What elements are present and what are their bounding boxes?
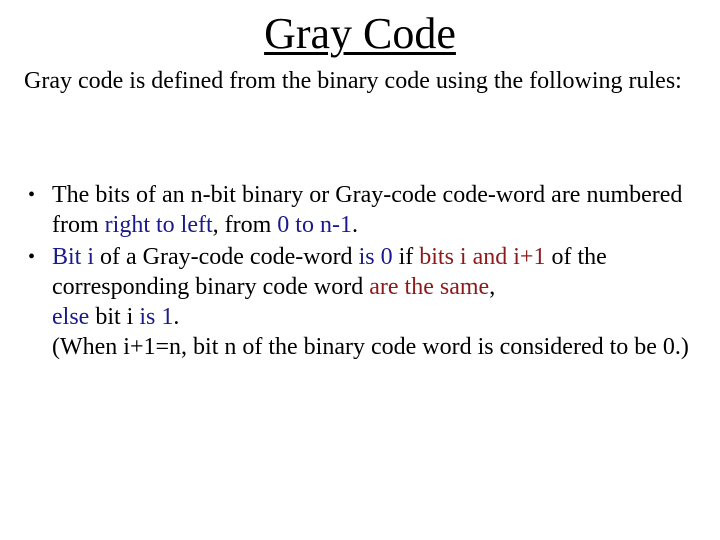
rule-text: The bits of an n-bit binary or Gray-code… (52, 182, 682, 238)
rule-bullet-bit-numbering: • The bits of an n-bit binary or Gray-co… (24, 180, 696, 240)
highlight-is-0: is 0 (358, 244, 393, 270)
text-segment: of a Gray-code code-word (94, 244, 359, 270)
rule-continuation-note: (When i+1=n, bit n of the binary code wo… (52, 332, 696, 362)
text-segment: . (173, 304, 180, 330)
rules-list: • The bits of an n-bit binary or Gray-co… (24, 180, 696, 364)
text-segment: bit i (89, 304, 140, 330)
highlight-are-the-same: are the same (369, 274, 490, 300)
slide-title-text: Gray Code (264, 9, 456, 58)
rule-bullet-gray-bit: • Bit i of a Gray-code code-word is 0 if… (24, 242, 696, 362)
slide-title: Gray Code (0, 8, 720, 60)
highlight-bit-i: Bit i (52, 244, 95, 270)
text-segment: (When i+1=n, bit n of the binary code wo… (52, 334, 689, 360)
bullet-icon: • (28, 184, 36, 206)
rule-text: Bit i of a Gray-code code-word is 0 if b… (52, 244, 607, 300)
text-segment: , (489, 274, 496, 300)
text-segment: , from (212, 212, 278, 238)
text-segment: if (392, 244, 420, 270)
highlight-is-1: is 1 (139, 304, 174, 330)
bullet-icon: • (28, 246, 36, 268)
highlight-range: 0 to n-1 (277, 212, 352, 238)
highlight-else: else (52, 304, 90, 330)
intro-paragraph: Gray code is defined from the binary cod… (24, 68, 682, 94)
highlight-right-to-left: right to left (104, 212, 213, 238)
highlight-bits-i-and-i1: bits i and i+1 (419, 244, 546, 270)
text-segment: . (351, 212, 358, 238)
rule-continuation-else: else bit i is 1. (52, 302, 696, 332)
